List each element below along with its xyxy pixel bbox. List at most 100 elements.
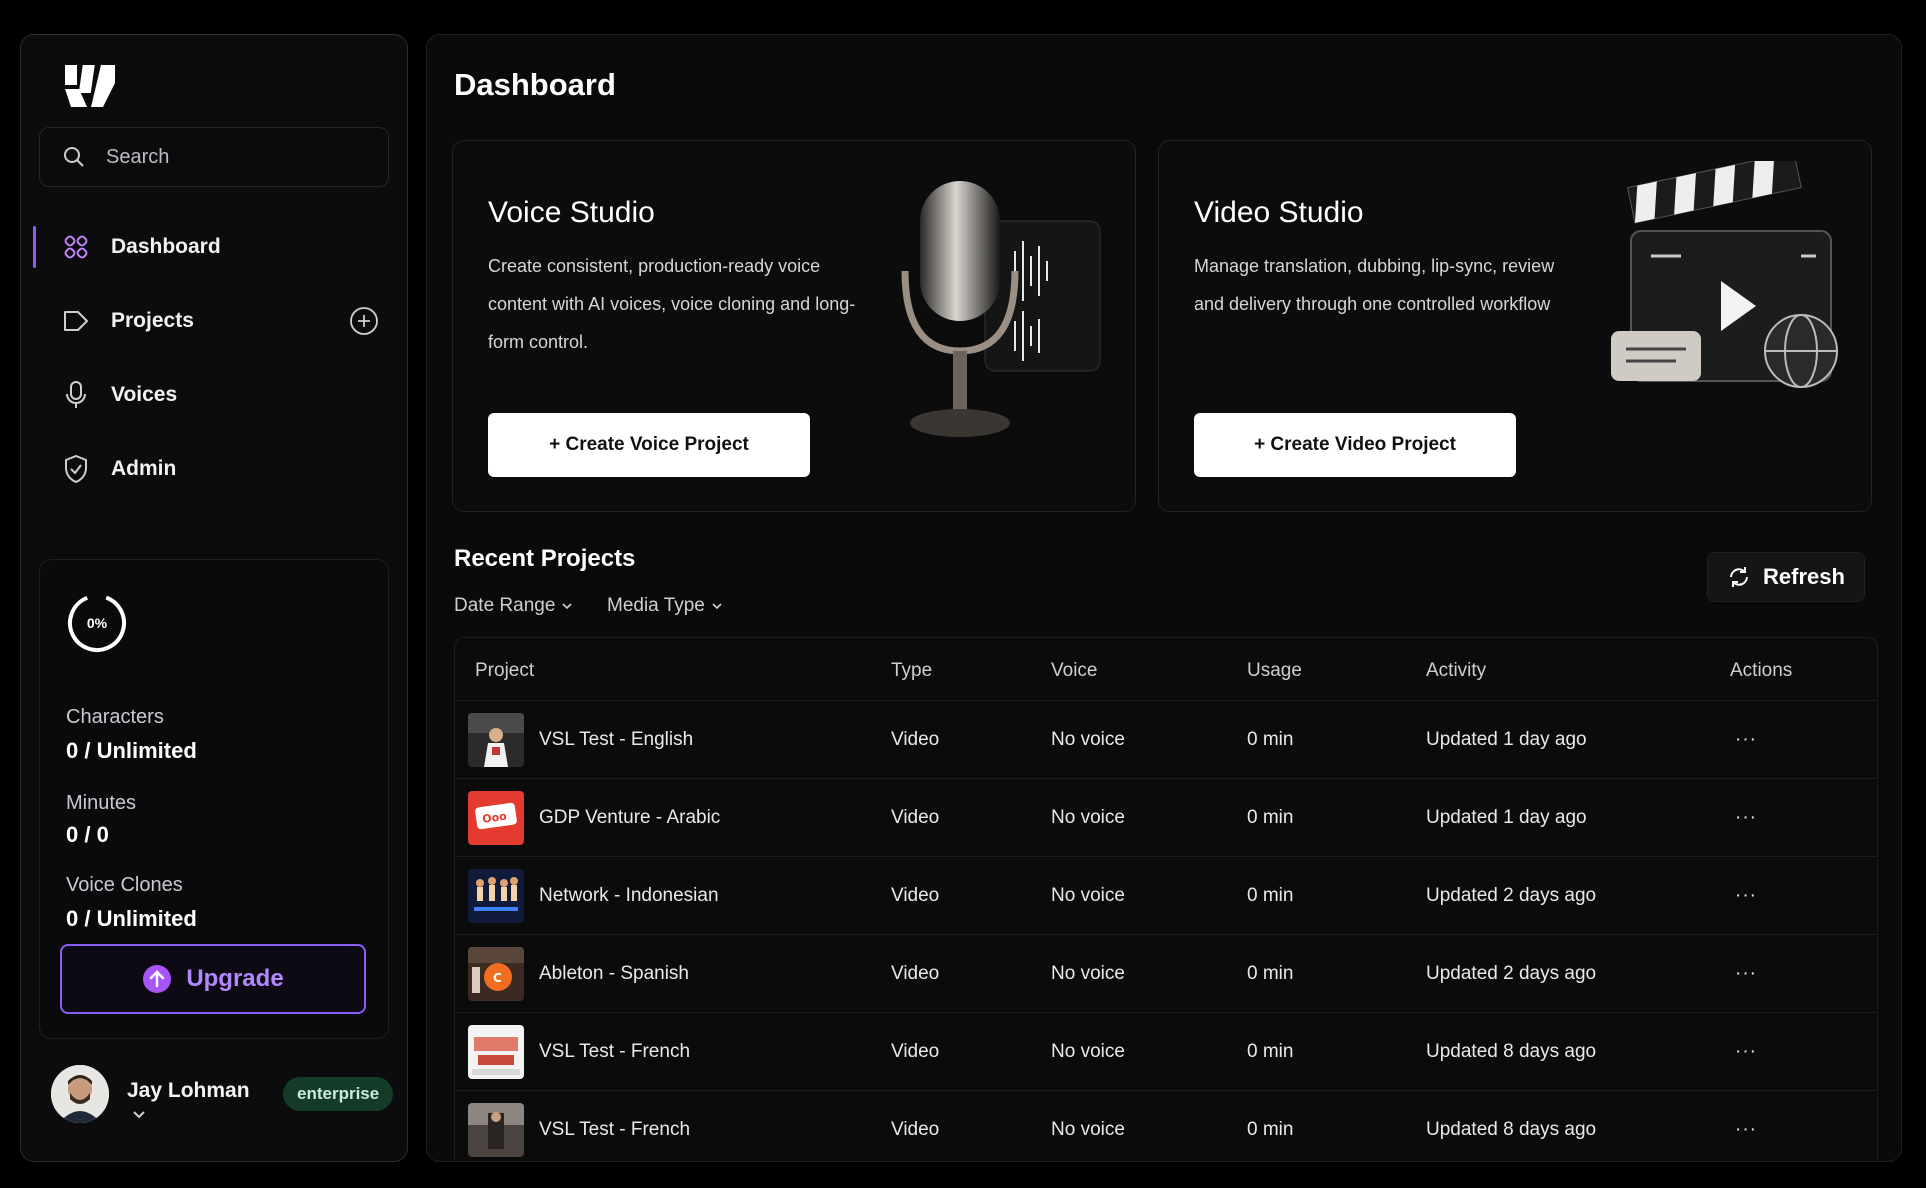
project-usage: 0 min: [1247, 1041, 1294, 1062]
voice-studio-description: Create consistent, production-ready voic…: [488, 256, 856, 352]
video-studio-title: Video Studio: [1194, 196, 1364, 229]
project-usage: 0 min: [1247, 729, 1294, 750]
more-actions-icon[interactable]: ···: [1735, 1013, 1757, 1091]
table-row[interactable]: Network - Indonesian Video No voice 0 mi…: [455, 856, 1877, 934]
sidebar-item-dashboard[interactable]: Dashboard: [33, 218, 389, 276]
project-voice: No voice: [1051, 1119, 1125, 1140]
minutes-value: 0 / 0: [66, 822, 109, 847]
arrow-up-circle-icon: [143, 965, 172, 993]
user-name: Jay Lohman: [127, 1079, 250, 1102]
create-voice-project-button[interactable]: + Create Voice Project: [488, 413, 810, 477]
project-name[interactable]: GDP Venture - Arabic: [539, 779, 720, 857]
project-activity: Updated 1 day ago: [1426, 807, 1587, 828]
minutes-label: Minutes: [66, 792, 137, 814]
date-range-filter[interactable]: Date Range: [454, 595, 573, 617]
upgrade-button[interactable]: Upgrade: [60, 944, 366, 1014]
sidebar-item-label: Admin: [111, 457, 177, 480]
sidebar-item-admin[interactable]: Admin: [39, 440, 389, 498]
project-activity: Updated 2 days ago: [1426, 963, 1597, 984]
project-name[interactable]: Network - Indonesian: [539, 857, 719, 935]
date-range-label: Date Range: [454, 595, 556, 616]
search-icon: [64, 147, 84, 167]
projects-icon: [61, 306, 91, 336]
project-thumbnail: [468, 713, 524, 767]
table-row[interactable]: VSL Test - French Video No voice 0 min U…: [455, 1012, 1877, 1090]
column-header-usage[interactable]: Usage: [1247, 660, 1302, 682]
table-row[interactable]: VSL Test - French Video No voice 0 min U…: [455, 1090, 1877, 1161]
more-actions-icon[interactable]: ···: [1735, 1091, 1757, 1161]
video-studio-description: Manage translation, dubbing, lip-sync, r…: [1194, 256, 1555, 314]
project-thumbnail: [468, 869, 524, 923]
sidebar-item-label: Dashboard: [111, 235, 221, 258]
project-usage: 0 min: [1247, 1119, 1294, 1140]
project-name[interactable]: VSL Test - French: [539, 1013, 690, 1091]
usage-card: 0% Characters 0 / Unlimited Minutes 0 / …: [39, 559, 389, 1039]
plan-badge: enterprise: [283, 1077, 394, 1111]
projects-table: Project Type Voice Usage Activity Action…: [454, 637, 1878, 1161]
column-header-activity[interactable]: Activity: [1426, 660, 1486, 682]
project-thumbnail: [468, 1025, 524, 1079]
project-usage: 0 min: [1247, 807, 1294, 828]
sidebar: Search Dashboard Projects Voices Admin 0…: [20, 34, 408, 1162]
refresh-label: Refresh: [1763, 564, 1845, 589]
sidebar-item-label: Projects: [111, 309, 194, 332]
project-voice: No voice: [1051, 807, 1125, 828]
project-name[interactable]: VSL Test - French: [539, 1091, 690, 1161]
table-row[interactable]: VSL Test - English Video No voice 0 min …: [455, 700, 1877, 778]
more-actions-icon[interactable]: ···: [1735, 779, 1757, 857]
more-actions-icon[interactable]: ···: [1735, 701, 1757, 779]
voice-clones-value: 0 / Unlimited: [66, 906, 197, 931]
upgrade-label: Upgrade: [186, 965, 284, 992]
refresh-icon: [1730, 567, 1749, 587]
project-voice: No voice: [1051, 1041, 1125, 1062]
project-activity: Updated 8 days ago: [1426, 1041, 1597, 1062]
search-placeholder: Search: [106, 145, 170, 168]
more-actions-icon[interactable]: ···: [1735, 935, 1757, 1013]
svg-text:C: C: [493, 971, 502, 985]
column-header-project[interactable]: Project: [475, 660, 534, 682]
project-usage: 0 min: [1247, 885, 1294, 906]
sidebar-item-projects[interactable]: Projects: [39, 292, 389, 350]
project-activity: Updated 8 days ago: [1426, 1119, 1597, 1140]
media-type-filter[interactable]: Media Type: [607, 595, 723, 617]
recent-projects-title: Recent Projects: [454, 545, 636, 572]
project-type: Video: [891, 729, 940, 750]
project-thumbnail: C: [468, 947, 524, 1001]
characters-value: 0 / Unlimited: [66, 738, 197, 763]
chevron-down-icon[interactable]: [131, 1107, 147, 1123]
project-type: Video: [891, 885, 940, 906]
project-name[interactable]: VSL Test - English: [539, 701, 693, 779]
video-studio-card: Video Studio Manage translation, dubbing…: [1158, 140, 1872, 512]
column-header-voice[interactable]: Voice: [1051, 660, 1097, 682]
avatar[interactable]: [51, 1065, 109, 1123]
shield-icon: [61, 454, 91, 484]
sidebar-item-voices[interactable]: Voices: [39, 366, 389, 424]
column-header-type[interactable]: Type: [891, 660, 932, 682]
project-name[interactable]: Ableton - Spanish: [539, 935, 689, 1013]
table-row[interactable]: C Ableton - Spanish Video No voice 0 min…: [455, 934, 1877, 1012]
project-thumbnail: [468, 1103, 524, 1157]
voice-studio-title: Voice Studio: [488, 196, 655, 229]
video-clapper-illustration: [1611, 161, 1838, 388]
project-usage: 0 min: [1247, 963, 1294, 984]
project-activity: Updated 1 day ago: [1426, 729, 1587, 750]
more-actions-icon[interactable]: ···: [1735, 857, 1757, 935]
refresh-button[interactable]: Refresh: [1707, 552, 1865, 602]
page-title: Dashboard: [454, 67, 616, 102]
sidebar-item-label: Voices: [111, 383, 178, 406]
characters-label: Characters: [66, 706, 164, 728]
column-header-actions: Actions: [1730, 660, 1793, 681]
user-menu[interactable]: Jay Lohman enterprise: [51, 1061, 394, 1141]
project-thumbnail: Ooo: [468, 791, 524, 845]
microphone-icon: [61, 380, 91, 410]
add-project-icon[interactable]: [349, 306, 379, 336]
project-type: Video: [891, 963, 940, 984]
table-row[interactable]: Ooo GDP Venture - Arabic Video No voice …: [455, 778, 1877, 856]
search-input[interactable]: Search: [39, 127, 389, 187]
voice-clones-label: Voice Clones: [66, 874, 183, 896]
project-type: Video: [891, 1119, 940, 1140]
brand-logo[interactable]: [63, 63, 119, 111]
project-voice: No voice: [1051, 885, 1125, 906]
create-video-project-button[interactable]: + Create Video Project: [1194, 413, 1516, 477]
project-voice: No voice: [1051, 729, 1125, 750]
